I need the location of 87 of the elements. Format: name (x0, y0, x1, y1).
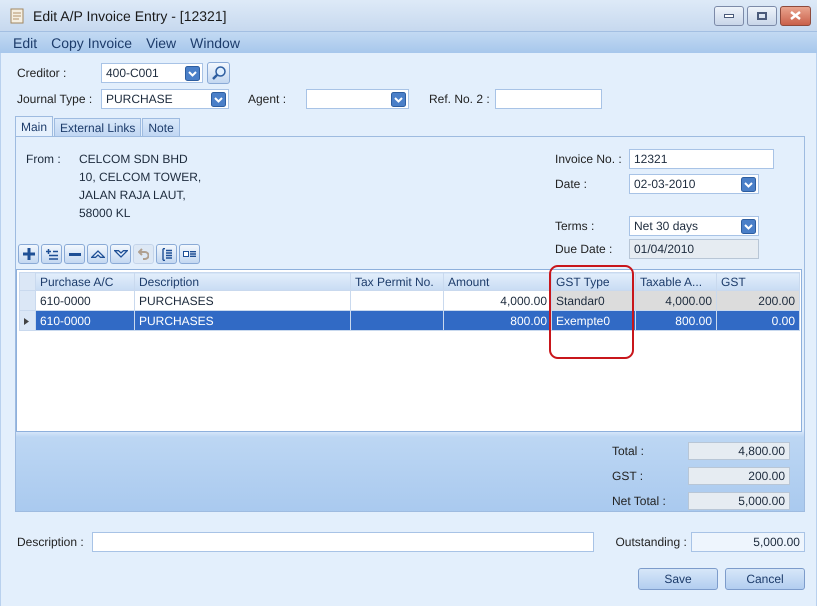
tab[interactable]: Main (15, 116, 54, 136)
column-header[interactable]: GST (716, 272, 800, 290)
address-line: 58000 KL (79, 206, 132, 222)
table-cell: Standar0 (552, 290, 636, 310)
close-icon (790, 11, 801, 20)
row-pointer-icon (24, 318, 29, 324)
toolbar-button[interactable] (18, 244, 39, 264)
search-button[interactable] (207, 62, 230, 84)
address-line: 10, CELCOM TOWER, (79, 170, 202, 186)
field-label: Date : (555, 177, 588, 191)
total-field[interactable]: 5,000.00 (688, 492, 790, 510)
detail-icon (183, 251, 196, 257)
maximize-icon (757, 12, 767, 20)
total-field[interactable]: 200.00 (688, 467, 790, 485)
column-header[interactable]: Amount (444, 272, 552, 290)
close-button[interactable] (780, 6, 811, 26)
dialog-button[interactable]: Cancel (725, 568, 805, 590)
field-label: From : (26, 152, 62, 168)
plus-icon (22, 248, 34, 260)
toolbar-button[interactable] (87, 244, 108, 264)
column-header[interactable]: Purchase A/C (36, 272, 134, 290)
table-cell: 4,000.00 (636, 290, 716, 310)
description-field[interactable] (92, 532, 594, 552)
undo-icon (138, 248, 149, 260)
search-icon (210, 65, 226, 81)
field-label: Agent : (248, 92, 288, 106)
ref-no-field[interactable] (495, 89, 602, 109)
column-header[interactable]: Description (134, 272, 350, 290)
agent-dropdown[interactable] (306, 89, 409, 109)
field-label: Total : (612, 444, 646, 458)
menu-item[interactable]: Edit (13, 34, 38, 50)
column-header[interactable]: Taxable A... (636, 272, 716, 290)
tab[interactable]: Note (142, 118, 180, 136)
dropdown-icon (741, 218, 756, 234)
table-cell: PURCHASES (134, 310, 350, 330)
field-label: Terms : (555, 219, 596, 233)
insert-row-icon (46, 248, 58, 260)
window-title: Edit A/P Invoice Entry - [12321] (33, 8, 227, 24)
document-icon (9, 8, 25, 24)
field-label: Due Date : (555, 242, 614, 256)
invoice-no-field[interactable]: 12321 (629, 149, 774, 169)
table-cell: 200.00 (716, 290, 800, 310)
table-cell: Exempte0 (552, 310, 636, 330)
menu-item[interactable]: Copy Invoice (51, 34, 132, 50)
tab[interactable]: External Links (54, 118, 142, 136)
list-icon (162, 248, 172, 260)
minus-icon (68, 252, 80, 256)
table-cell: 610-0000 (36, 310, 134, 330)
field-label: Description : (17, 535, 85, 549)
table-cell: 800.00 (444, 310, 552, 330)
journal-type-dropdown[interactable]: PURCHASE (101, 89, 229, 109)
dropdown-icon (741, 176, 756, 192)
dropdown-icon (185, 66, 200, 80)
minimize-button[interactable] (714, 6, 744, 26)
due-date-field[interactable]: 01/04/2010 (629, 239, 759, 259)
field-label: Invoice No. : (555, 152, 623, 166)
field-label: Ref. No. 2 : (429, 92, 491, 106)
table-cell: 800.00 (636, 310, 716, 330)
toolbar-button[interactable] (179, 244, 200, 264)
table-cell: 0.00 (716, 310, 800, 330)
dropdown-icon (211, 92, 226, 106)
field-label: Net Total : (612, 494, 667, 508)
dialog-button[interactable]: Save (638, 568, 718, 590)
terms-dropdown[interactable]: Net 30 days (629, 216, 759, 236)
date-picker[interactable]: 02-03-2010 (629, 174, 759, 194)
field-label: Journal Type : (17, 92, 94, 106)
maximize-button[interactable] (747, 6, 777, 26)
down-arrow-icon (114, 250, 128, 258)
toolbar-button[interactable] (41, 244, 62, 264)
column-header[interactable]: GST Type (552, 272, 636, 290)
toolbar-button[interactable] (156, 244, 177, 264)
menu-item[interactable]: Window (190, 34, 240, 50)
address-line: JALAN RAJA LAUT, (79, 188, 187, 204)
total-field[interactable]: 4,800.00 (688, 442, 790, 460)
minimize-icon (724, 14, 734, 18)
menu-item[interactable]: View (146, 34, 176, 50)
toolbar-button[interactable] (110, 244, 131, 264)
column-header[interactable]: Tax Permit No. (350, 272, 444, 290)
up-arrow-icon (90, 250, 104, 258)
field-label: Creditor : (17, 66, 68, 80)
field-label: Outstanding : (615, 535, 688, 549)
toolbar-button[interactable] (64, 244, 85, 264)
dropdown-icon (391, 92, 406, 106)
field-label: GST : (612, 469, 644, 483)
outstanding-field[interactable]: 5,000.00 (690, 532, 805, 552)
address-line: CELCOM SDN BHD (79, 152, 189, 168)
creditor-dropdown[interactable]: 400-C001 (101, 63, 203, 83)
